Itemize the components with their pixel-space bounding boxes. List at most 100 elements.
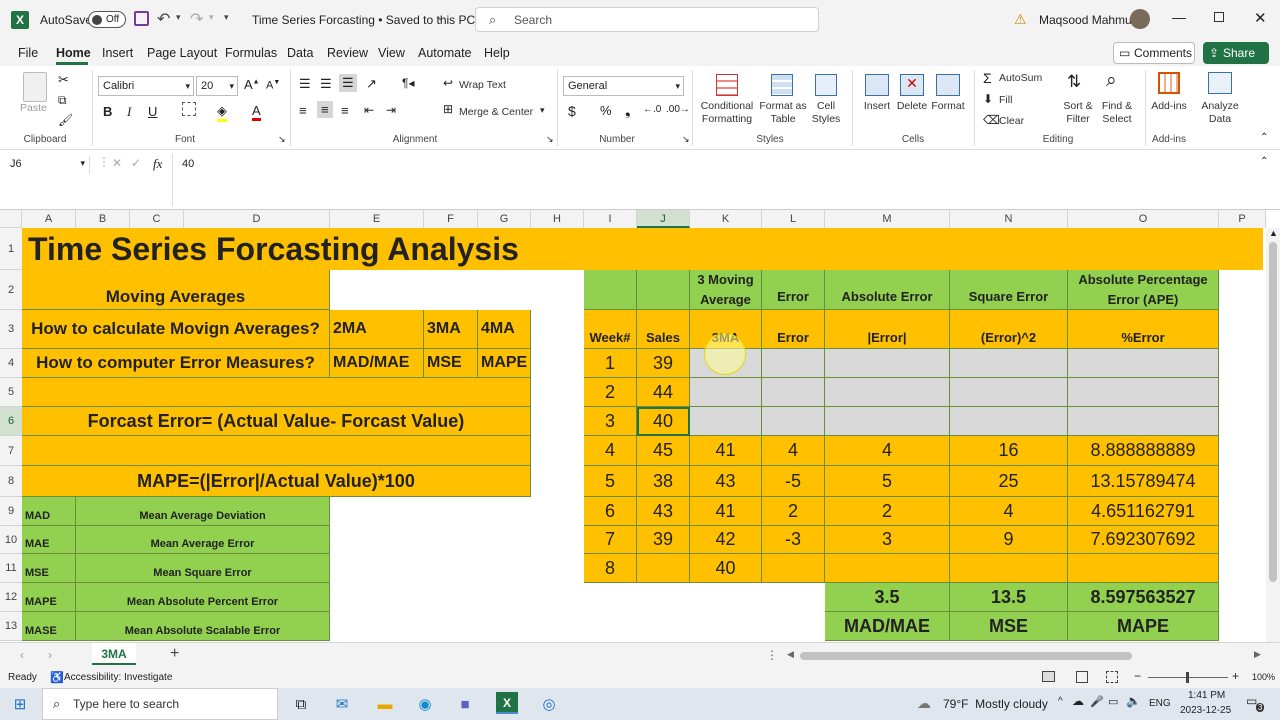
enter-icon[interactable]: ✓ [131, 156, 141, 170]
mail-icon[interactable]: ✉ [330, 692, 354, 716]
mad-mae-cell[interactable]: MAD/MAE [330, 349, 424, 378]
week-cell[interactable]: 6 [584, 497, 637, 526]
teams-icon[interactable]: ■ [453, 692, 477, 716]
measure-name-mase[interactable]: Mean Absolute Scalable Error [76, 612, 330, 641]
measure-abbr-mase[interactable]: MASE [22, 612, 76, 641]
autosave-toggle[interactable]: Off [88, 11, 126, 28]
analyze-data-button[interactable]: Analyze Data [1196, 100, 1244, 126]
header2-o[interactable]: Absolute Percentage Error (APE) [1068, 270, 1219, 310]
summary-mse[interactable]: 13.5 [950, 583, 1068, 612]
scroll-left-icon[interactable]: ◀ [787, 649, 794, 660]
menu-page-layout[interactable]: Page Layout [147, 46, 217, 60]
error-cell[interactable]: 2 [762, 497, 825, 526]
row-header-8[interactable]: 8 [0, 466, 22, 497]
decrease-decimal-icon[interactable]: .00→ [666, 104, 690, 115]
header3-n[interactable]: (Error)^2 [950, 310, 1068, 349]
currency-icon[interactable]: $ [568, 103, 576, 119]
column-header-a[interactable]: A [22, 210, 76, 228]
clock-time[interactable]: 1:41 PM [1188, 690, 1225, 701]
zoom-thumb[interactable] [1186, 672, 1189, 683]
measure-name-mad[interactable]: Mean Average Deviation [76, 497, 330, 526]
column-header-c[interactable]: C [130, 210, 184, 228]
sales-cell[interactable]: 38 [637, 466, 690, 497]
weather-text[interactable]: 79°F Mostly cloudy [943, 697, 1048, 711]
row-header-12[interactable]: 12 [0, 583, 22, 612]
sales-cell[interactable] [637, 554, 690, 583]
pct-error-cell[interactable] [1068, 554, 1219, 583]
column-header-j[interactable]: J [637, 210, 690, 228]
number-launcher-icon[interactable]: ↘ [682, 134, 690, 145]
customize-qat-icon[interactable]: ▾ [224, 12, 229, 23]
ma-cell[interactable]: 40 [690, 554, 762, 583]
row-header-9[interactable]: 9 [0, 497, 22, 526]
menu-insert[interactable]: Insert [102, 46, 133, 60]
sales-cell[interactable]: 39 [637, 526, 690, 554]
measure-abbr-mse[interactable]: MSE [22, 554, 76, 583]
zoom-slider[interactable] [1148, 672, 1228, 683]
week-cell[interactable]: 4 [584, 436, 637, 466]
forecast-error-cell[interactable]: Forcast Error= (Actual Value- Forcast Va… [22, 407, 531, 436]
insert-cells-button[interactable]: Insert [857, 100, 897, 113]
file-explorer-icon[interactable]: ▬ [373, 692, 397, 716]
abs-error-cell[interactable] [825, 378, 950, 407]
insert-function-icon[interactable]: fx [153, 156, 162, 172]
header2-l[interactable]: Error [762, 270, 825, 310]
ma4-cell[interactable]: 4MA [478, 310, 531, 349]
column-header-d[interactable]: D [184, 210, 330, 228]
paste-button[interactable]: Paste [20, 102, 47, 115]
italic-icon[interactable]: I [127, 104, 131, 120]
align-right-icon[interactable]: ≡ [341, 103, 349, 118]
square-error-cell[interactable] [950, 407, 1068, 436]
row-header-5[interactable]: 5 [0, 378, 22, 407]
square-error-cell[interactable]: 25 [950, 466, 1068, 497]
square-error-cell[interactable]: 4 [950, 497, 1068, 526]
abs-error-cell[interactable]: 3 [825, 526, 950, 554]
microphone-icon[interactable]: 🎤 [1090, 695, 1104, 708]
ma2-cell[interactable]: 2MA [330, 310, 424, 349]
pct-error-cell[interactable] [1068, 407, 1219, 436]
cut-icon[interactable]: ✂ [58, 72, 69, 88]
underline-icon[interactable]: U [148, 104, 157, 119]
page-layout-view-icon[interactable] [1076, 671, 1088, 683]
sales-cell[interactable]: 43 [637, 497, 690, 526]
ma3-cell[interactable]: 3MA [424, 310, 478, 349]
summary-mape-label[interactable]: MAPE [1068, 612, 1219, 641]
week-cell[interactable]: 3 [584, 407, 637, 436]
sales-cell[interactable]: 40 [637, 407, 690, 436]
row-header-1[interactable]: 1 [0, 228, 22, 270]
title-cell[interactable]: Time Series Forcasting Analysis [22, 228, 1263, 270]
redo-icon[interactable]: ↷ [190, 9, 203, 29]
sales-cell[interactable]: 39 [637, 349, 690, 378]
blank-orange-row5[interactable] [22, 378, 531, 407]
add-ins-button[interactable]: Add-ins [1149, 100, 1189, 113]
find-select-button[interactable]: Find & Select [1097, 100, 1137, 126]
h-scroll-thumb[interactable] [800, 652, 1132, 660]
header3-o[interactable]: %Error [1068, 310, 1219, 349]
ma-cell[interactable] [690, 407, 762, 436]
orientation-icon[interactable]: ↗ [366, 76, 377, 92]
copy-icon[interactable]: ⧉ [58, 93, 67, 108]
ma-cell[interactable] [690, 378, 762, 407]
menu-view[interactable]: View [378, 46, 405, 60]
align-middle-icon[interactable]: ☰ [320, 76, 332, 92]
abs-error-cell[interactable] [825, 554, 950, 583]
excel-taskbar-icon[interactable]: X [496, 692, 518, 714]
column-header-i[interactable]: I [584, 210, 637, 228]
menu-home[interactable]: Home [56, 46, 91, 60]
search-box[interactable]: ⌕ Search [475, 7, 819, 32]
sheet-tab-3ma[interactable]: 3MA [92, 643, 136, 665]
next-sheet-icon[interactable]: › [48, 648, 52, 662]
zoom-level[interactable]: 100% [1252, 672, 1275, 682]
align-bottom-icon[interactable]: ☰ [339, 74, 357, 92]
header-i2[interactable] [584, 270, 637, 310]
format-painter-icon[interactable]: 🖌 [58, 113, 73, 127]
ma-cell[interactable]: 41 [690, 436, 762, 466]
menu-review[interactable]: Review [327, 46, 368, 60]
error-cell[interactable]: -5 [762, 466, 825, 497]
row-header-13[interactable]: 13 [0, 612, 22, 641]
autosum-button[interactable]: AutoSum [999, 72, 1042, 85]
increase-font-icon[interactable]: A▲ [244, 77, 260, 92]
column-header-n[interactable]: N [950, 210, 1068, 228]
measure-name-mae[interactable]: Mean Average Error [76, 526, 330, 554]
header2-n[interactable]: Square Error [950, 270, 1068, 310]
